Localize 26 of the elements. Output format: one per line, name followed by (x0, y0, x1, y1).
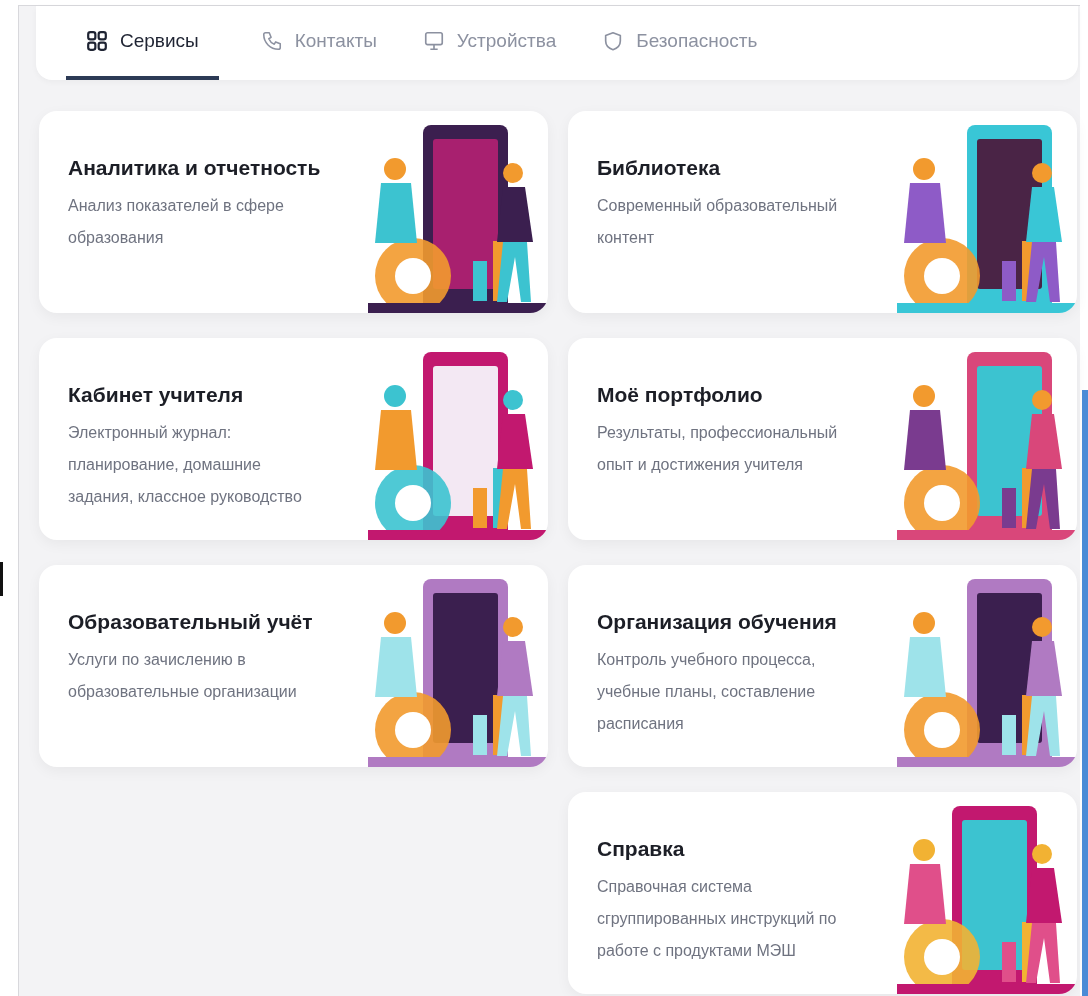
card-title: Кабинет учителя (68, 383, 245, 407)
card-description: Анализ показателей в сфере образования (68, 196, 285, 248)
edge-mark (0, 562, 3, 596)
service-card[interactable]: Справка Справочная система сгруппированных инструкций по работе с продуктами МЭШ (568, 792, 1077, 994)
card-title: Моё портфолио (597, 383, 764, 407)
tab[interactable]: Сервисы (66, 6, 219, 80)
card-title: Библиотека (597, 156, 722, 180)
card-description: Современный образовательный контент (597, 196, 839, 248)
service-card[interactable]: Аналитика и отчетность Анализ показателей в сфере образования (39, 111, 548, 313)
card-title: Организация обучения (597, 610, 838, 634)
card-description: Электронный журнал: планирование, домашние задания, классное руководство (68, 423, 303, 507)
monitor-icon (422, 30, 445, 52)
card-title: Справка (597, 837, 686, 861)
service-card[interactable]: Моё портфолио Результаты, профессиональный опыт и достижения учителя (568, 338, 1077, 540)
card-description: Справочная система сгруппированных инструкций по работе с продуктами МЭШ (597, 877, 838, 961)
grid-icon (86, 30, 108, 52)
service-card[interactable]: Организация обучения Контроль учебного процесса, учебные планы, составление расписания (568, 565, 1077, 767)
card-description: Услуги по зачислению в образовательные организации (68, 650, 298, 702)
card-description: Результаты, профессиональный опыт и достижения учителя (597, 423, 839, 475)
phone-icon (260, 30, 283, 52)
service-card[interactable]: Образовательный учёт Услуги по зачислению в образовательные организации (39, 565, 548, 767)
card-title: Образовательный учёт (68, 610, 314, 634)
card-description: Контроль учебного процесса, учебные планы, составление расписания (597, 650, 817, 734)
card-title: Аналитика и отчетность (68, 156, 322, 180)
service-card[interactable]: Кабинет учителя Электронный журнал: планирование, домашние задания, классное руководство (39, 338, 548, 540)
service-card[interactable]: Библиотека Современный образовательный контент (568, 111, 1077, 313)
